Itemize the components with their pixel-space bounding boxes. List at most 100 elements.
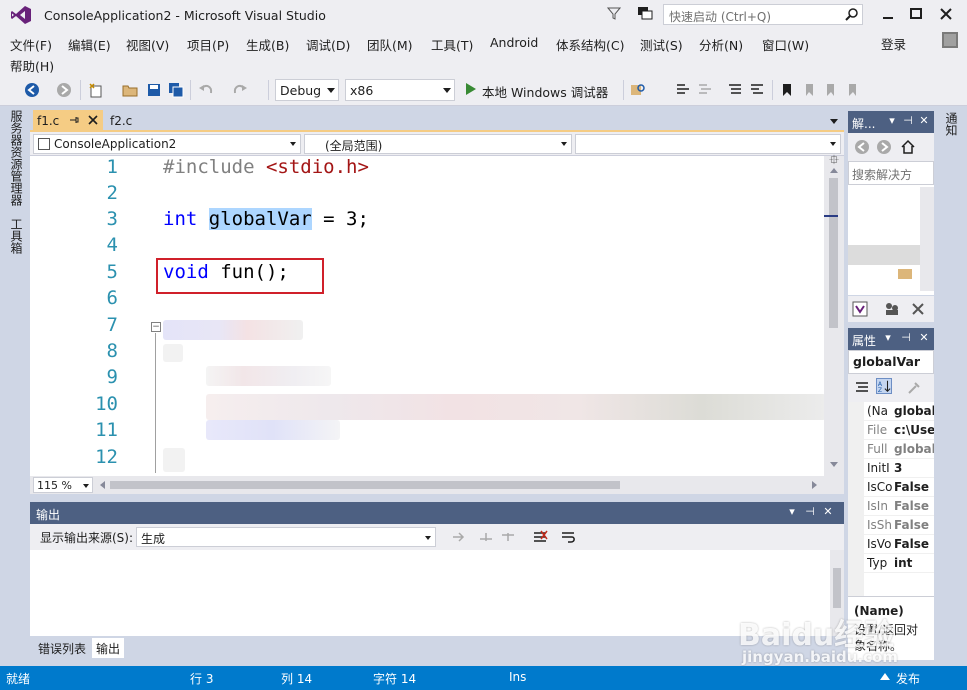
property-value[interactable]: False — [894, 480, 934, 494]
save-all-icon[interactable] — [168, 82, 184, 98]
word-wrap-icon[interactable] — [560, 529, 576, 545]
configuration-dropdown[interactable]: Debug — [275, 79, 339, 101]
clear-bookmarks-icon[interactable] — [845, 82, 861, 98]
tab-f1-c[interactable]: f1.c — [33, 110, 103, 132]
close-icon[interactable] — [87, 114, 99, 126]
menu-build[interactable]: 生成(B) — [246, 35, 289, 54]
property-value[interactable]: int — [894, 556, 934, 570]
redo-icon[interactable] — [232, 82, 248, 98]
scope-dropdown[interactable]: (全局范围) — [304, 134, 572, 154]
toolbox-tab[interactable]: 工具箱 — [8, 218, 25, 254]
split-window-icon[interactable]: ⯐ — [827, 154, 841, 168]
feedback-filter-icon[interactable] — [607, 6, 621, 20]
property-value[interactable]: False — [894, 499, 934, 513]
new-project-icon[interactable] — [88, 82, 104, 98]
server-explorer-tab[interactable]: 服务器资源管理器 — [8, 110, 25, 206]
find-in-files-icon[interactable] — [630, 82, 646, 98]
status-publish[interactable]: 发布 — [896, 670, 920, 687]
code-editor[interactable]: 1 2 3 4 5 6 7 8 9 10 11 12 #include <std… — [30, 154, 844, 476]
login-link[interactable]: 登录 — [881, 34, 906, 53]
tree-vertical-scrollbar[interactable] — [920, 187, 934, 291]
window-menu-icon[interactable]: ▾ — [886, 115, 898, 127]
back-icon[interactable] — [854, 139, 870, 155]
team-explorer-tab-icon[interactable] — [884, 301, 900, 317]
menu-window[interactable]: 窗口(W) — [762, 35, 809, 54]
close-icon[interactable]: ✕ — [822, 506, 834, 518]
save-icon[interactable] — [146, 82, 162, 98]
pin-icon[interactable] — [69, 114, 79, 126]
tree-selected-row[interactable] — [848, 245, 920, 265]
go-to-location-icon[interactable] — [450, 529, 466, 545]
scroll-down-icon[interactable] — [830, 462, 838, 467]
window-menu-icon[interactable]: ▾ — [882, 332, 894, 344]
solution-search-input[interactable]: 搜索解决方 — [848, 161, 934, 185]
pin-icon[interactable]: ⊣ — [804, 506, 816, 518]
property-value[interactable]: False — [894, 537, 934, 551]
tab-output[interactable]: 输出 — [92, 638, 125, 658]
menu-help[interactable]: 帮助(H) — [10, 56, 54, 75]
quick-launch-input[interactable]: 快速启动 (Ctrl+Q) — [663, 4, 863, 25]
prev-bookmark-icon[interactable] — [801, 82, 817, 98]
forward-icon[interactable] — [876, 139, 892, 155]
menu-debug[interactable]: 调试(D) — [306, 35, 350, 54]
properties-grid[interactable]: (Naglobal Filec:\User Fullglobal InitI3 … — [848, 402, 934, 596]
menu-tools[interactable]: 工具(T) — [431, 35, 473, 54]
clear-all-icon[interactable] — [532, 529, 548, 545]
scrollbar-thumb[interactable] — [829, 178, 838, 328]
scroll-up-icon[interactable] — [830, 168, 838, 173]
property-value[interactable]: False — [894, 518, 934, 532]
minimize-icon[interactable] — [878, 4, 898, 24]
pin-icon[interactable]: ⊣ — [902, 115, 914, 127]
maximize-icon[interactable] — [906, 4, 926, 24]
categorized-icon[interactable] — [854, 380, 870, 396]
output-source-dropdown[interactable]: 生成 — [136, 527, 436, 547]
alphabetical-sort-icon[interactable]: AZ — [876, 378, 892, 394]
open-file-icon[interactable] — [122, 82, 138, 98]
close-icon[interactable] — [936, 4, 956, 24]
solution-tree-view[interactable] — [848, 185, 934, 295]
menu-view[interactable]: 视图(V) — [126, 35, 169, 54]
chevron-down-icon[interactable] — [830, 119, 838, 124]
account-icon[interactable] — [942, 32, 958, 48]
comment-icon[interactable] — [727, 82, 743, 98]
property-pages-icon[interactable] — [906, 380, 922, 396]
menu-android[interactable]: Android — [490, 35, 538, 50]
outline-collapse-icon[interactable]: − — [151, 322, 161, 332]
undo-icon[interactable] — [198, 82, 214, 98]
property-value[interactable]: global — [894, 442, 934, 456]
menu-team[interactable]: 团队(M) — [367, 35, 413, 54]
output-text-area[interactable] — [30, 550, 844, 636]
next-bookmark-icon[interactable] — [823, 82, 839, 98]
start-debugging-button[interactable]: 本地 Windows 调试器 — [462, 79, 624, 101]
window-menu-icon[interactable]: ▾ — [786, 506, 798, 518]
menu-file[interactable]: 文件(F) — [10, 35, 52, 54]
close-icon[interactable]: ✕ — [918, 115, 930, 127]
menu-architecture[interactable]: 体系结构(C) — [556, 35, 624, 54]
scroll-right-icon[interactable] — [812, 481, 817, 489]
properties-object-dropdown[interactable]: globalVar — [848, 350, 934, 374]
member-dropdown[interactable] — [575, 134, 841, 154]
property-value[interactable]: c:\User — [894, 423, 934, 437]
zoom-dropdown[interactable]: 115 % — [33, 477, 93, 493]
scroll-left-icon[interactable] — [100, 481, 105, 489]
close-icon[interactable]: ✕ — [918, 332, 930, 344]
class-view-tab-icon[interactable] — [910, 301, 926, 317]
back-icon[interactable] — [24, 82, 40, 98]
home-icon[interactable] — [900, 139, 916, 155]
tab-error-list[interactable]: 错误列表 — [34, 638, 90, 658]
menu-analyze[interactable]: 分析(N) — [699, 35, 743, 54]
menu-test[interactable]: 测试(S) — [640, 35, 683, 54]
step-icon[interactable] — [697, 82, 713, 98]
property-value[interactable]: global — [894, 404, 934, 418]
solution-explorer-tab-icon[interactable] — [852, 301, 868, 317]
menu-edit[interactable]: 编辑(E) — [68, 35, 111, 54]
previous-message-icon[interactable] — [478, 529, 494, 545]
horizontal-scrollbar-thumb[interactable] — [110, 481, 620, 489]
publish-arrow-icon[interactable] — [880, 673, 890, 680]
forward-icon[interactable] — [56, 82, 72, 98]
bookmark-icon[interactable] — [779, 82, 795, 98]
feedback-icon[interactable] — [636, 5, 654, 21]
notifications-tab[interactable]: 通知 — [943, 112, 960, 136]
project-dropdown[interactable]: ConsoleApplication2 — [33, 134, 301, 154]
menu-project[interactable]: 项目(P) — [187, 35, 229, 54]
